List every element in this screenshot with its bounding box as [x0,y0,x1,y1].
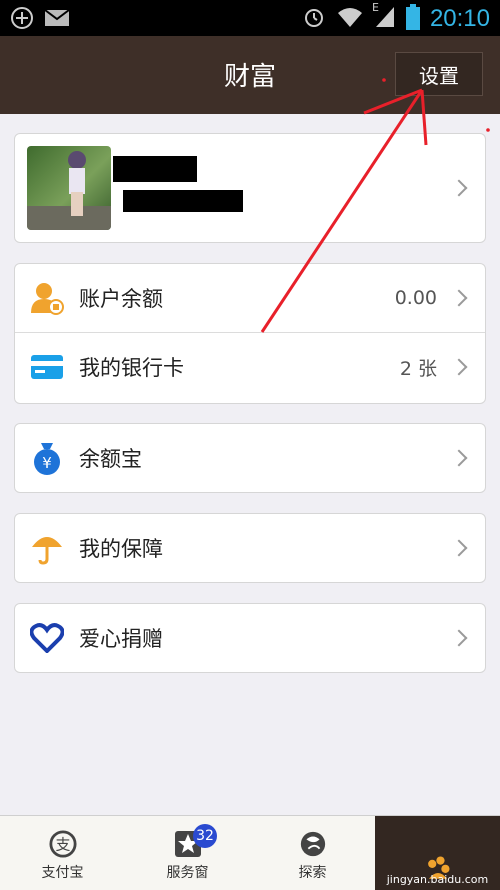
avatar [27,146,111,230]
chevron-right-icon [450,629,468,647]
alipay-icon: 支 [48,830,77,858]
tab-explore[interactable]: 探索 [250,816,375,890]
svg-text:支: 支 [55,836,70,854]
money-bag-icon: ¥ [29,440,65,476]
tab-service-window[interactable]: 32 服务窗 [125,816,250,890]
chevron-right-icon [450,539,468,557]
bank-card-label: 我的银行卡 [79,356,184,380]
tab-label: 探索 [298,865,327,881]
battery-icon [405,4,420,34]
redacted-name [113,156,197,182]
heart-icon [29,620,65,656]
signal-icon: E [372,1,396,33]
chevron-right-icon [450,289,468,307]
balance-value: 0.00 [394,287,437,309]
user-coin-icon [29,280,65,316]
insurance-card: 我的保障 [14,513,486,583]
alarm-icon [302,5,326,33]
yuebao-row[interactable]: ¥ 余额宝 [15,424,485,492]
title-bar: 财富 设置 [0,36,500,114]
donation-row[interactable]: 爱心捐赠 [15,604,485,672]
tab-wealth[interactable]: jingyan.baidu.com [375,816,500,890]
chevron-right-icon [450,358,468,376]
yuebao-card: ¥ 余额宝 [14,423,486,493]
network-type-label: E [371,1,379,14]
status-time: 20:10 [429,5,490,32]
wifi-icon [336,5,364,33]
umbrella-icon [29,530,65,566]
donation-card: 爱心捐赠 [14,603,486,673]
globe-icon [299,830,327,858]
bank-card-row[interactable]: 我的银行卡 2 张 [15,332,485,401]
account-group: 账户余额 0.00 我的银行卡 2 张 [14,263,486,404]
bottom-tab-bar: 支 支付宝 32 服务窗 探索 jingyan.baidu.com [0,815,500,890]
mail-icon [44,8,70,32]
status-bar: E 20:10 [0,0,500,36]
bank-card-count: 2 张 [399,357,437,380]
tab-alipay[interactable]: 支 支付宝 [0,816,125,890]
tab-label: 支付宝 [41,865,84,881]
insurance-row[interactable]: 我的保障 [15,514,485,582]
tab-label: 服务窗 [166,865,209,881]
bank-card-icon [29,349,65,385]
add-icon [10,6,34,34]
watermark: jingyan.baidu.com [386,873,489,886]
redacted-account [123,190,243,212]
yuebao-label: 余额宝 [79,447,142,471]
chevron-right-icon [450,179,468,197]
notification-badge: 32 [193,824,217,848]
chevron-right-icon [450,449,468,467]
status-left [10,6,70,34]
svg-text:¥: ¥ [42,454,52,472]
status-right: E 20:10 [302,1,490,34]
settings-button[interactable]: 设置 [395,52,483,96]
insurance-label: 我的保障 [79,537,163,561]
balance-row[interactable]: 账户余额 0.00 [15,264,485,332]
balance-label: 账户余额 [79,287,163,311]
profile-card[interactable] [14,133,486,243]
donation-label: 爱心捐赠 [79,627,163,651]
